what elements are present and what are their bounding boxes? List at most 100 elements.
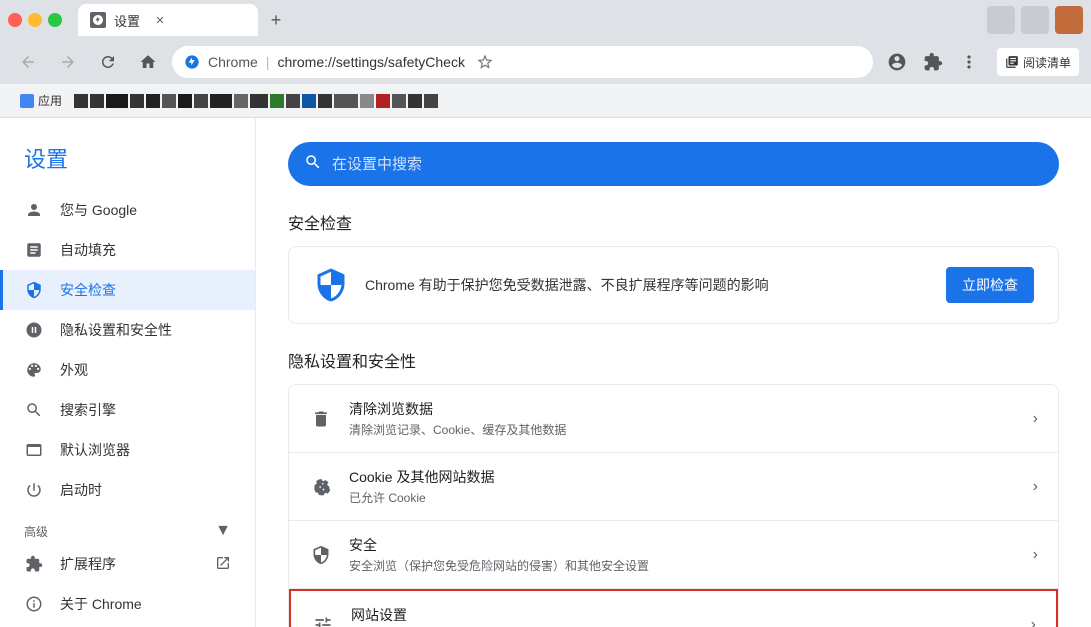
security-subtitle: 安全浏览（保护您免受危险网站的侵害）和其他安全设置	[349, 557, 1017, 574]
refresh-button[interactable]	[92, 46, 124, 78]
site-settings-content: 网站设置 控制网站可以使用和显示什么信息（如位置信息、摄像头、弹出式窗口及其他）	[351, 605, 1015, 627]
external-link-icon	[215, 555, 231, 574]
tab-close-button[interactable]: ✕	[152, 12, 168, 28]
window-control-3[interactable]	[1055, 6, 1083, 34]
security-item[interactable]: 安全 安全浏览（保护您免受危险网站的侵害）和其他安全设置 ›	[289, 521, 1058, 589]
bm-10[interactable]	[234, 94, 248, 108]
cookies-arrow-icon: ›	[1033, 478, 1038, 496]
shield-icon	[24, 280, 44, 300]
safety-check-button[interactable]: 立即检查	[946, 267, 1034, 303]
bm-5[interactable]	[146, 94, 160, 108]
sidebar-google-label: 您与 Google	[60, 200, 137, 220]
security-title: 安全	[349, 535, 1017, 555]
cookies-title: Cookie 及其他网站数据	[349, 467, 1017, 487]
back-button[interactable]	[12, 46, 44, 78]
sidebar-browser-label: 默认浏览器	[60, 440, 130, 460]
clear-browsing-item[interactable]: 清除浏览数据 清除浏览记录、Cookie、缓存及其他数据 ›	[289, 385, 1058, 453]
close-button[interactable]	[8, 13, 22, 27]
bm-16[interactable]	[392, 94, 406, 108]
bm-6[interactable]	[162, 94, 176, 108]
bm-11[interactable]	[250, 94, 268, 108]
extensions-button[interactable]	[917, 46, 949, 78]
bookmarks-bar: 应用	[0, 84, 1091, 118]
settings-search-bar[interactable]	[288, 142, 1059, 186]
bm-blue[interactable]	[302, 94, 316, 108]
bm-9[interactable]	[210, 94, 232, 108]
privacy-icon	[24, 320, 44, 340]
sidebar-item-google[interactable]: 您与 Google	[0, 190, 255, 230]
nav-bar: Chrome | chrome://settings/safetyCheck 阅…	[0, 40, 1091, 84]
browser-icon	[24, 440, 44, 460]
sidebar-item-about[interactable]: 关于 Chrome	[0, 584, 255, 624]
sidebar-autofill-label: 自动填充	[60, 240, 116, 260]
person-icon	[24, 200, 44, 220]
sidebar-title: 设置	[0, 134, 255, 190]
bm-12[interactable]	[286, 94, 300, 108]
sidebar-advanced-section[interactable]: 高级 ▼	[0, 510, 255, 544]
sidebar-item-autofill[interactable]: 自动填充	[0, 230, 255, 270]
bm-2[interactable]	[90, 94, 104, 108]
bm-green[interactable]	[270, 94, 284, 108]
sidebar: 设置 您与 Google 自动填充 安全检查	[0, 118, 256, 627]
sidebar-item-search[interactable]: 搜索引擎	[0, 390, 255, 430]
new-tab-button[interactable]: +	[262, 6, 290, 34]
reading-list-label: 阅读清单	[1023, 54, 1071, 71]
sidebar-item-extensions[interactable]: 扩展程序	[0, 544, 255, 584]
clear-browsing-title: 清除浏览数据	[349, 399, 1017, 419]
window-control-2[interactable]	[1021, 6, 1049, 34]
sidebar-item-privacy[interactable]: 隐私设置和安全性	[0, 310, 255, 350]
bm-4[interactable]	[130, 94, 144, 108]
tab-bar: 设置 ✕ +	[78, 4, 979, 36]
more-menu-button[interactable]	[953, 46, 985, 78]
advanced-arrow-icon: ▼	[215, 522, 231, 540]
site-settings-item[interactable]: 网站设置 控制网站可以使用和显示什么信息（如位置信息、摄像头、弹出式窗口及其他）…	[289, 589, 1058, 627]
advanced-label: 高级	[24, 523, 48, 540]
cookies-item[interactable]: Cookie 及其他网站数据 已允许 Cookie ›	[289, 453, 1058, 521]
window-control-1[interactable]	[987, 6, 1015, 34]
bm-3[interactable]	[106, 94, 128, 108]
tab-title: 设置	[114, 11, 140, 30]
bookmark-star-button[interactable]	[473, 50, 497, 74]
sidebar-extensions-label: 扩展程序	[60, 554, 116, 574]
about-icon	[24, 594, 44, 614]
home-button[interactable]	[132, 46, 164, 78]
reading-list-button[interactable]: 阅读清单	[997, 48, 1079, 76]
bm-15[interactable]	[360, 94, 374, 108]
safety-check-description: Chrome 有助于保护您免受数据泄露、不良扩展程序等问题的影响	[365, 275, 930, 295]
profile-button[interactable]	[881, 46, 913, 78]
browser-frame: 设置 ✕ + Chrome | chrome://settings/s	[0, 0, 1091, 627]
bm-red[interactable]	[376, 94, 390, 108]
active-tab[interactable]: 设置 ✕	[78, 4, 258, 36]
safety-shield-icon	[313, 267, 349, 303]
privacy-section-title: 隐私设置和安全性	[288, 348, 1059, 372]
bookmark-apps[interactable]: 应用	[12, 88, 70, 114]
security-shield-icon	[309, 543, 333, 567]
sidebar-item-startup[interactable]: 启动时	[0, 470, 255, 510]
sidebar-item-appearance[interactable]: 外观	[0, 350, 255, 390]
startup-icon	[24, 480, 44, 500]
minimize-button[interactable]	[28, 13, 42, 27]
clear-browsing-content: 清除浏览数据 清除浏览记录、Cookie、缓存及其他数据	[349, 399, 1017, 438]
bm-13[interactable]	[318, 94, 332, 108]
bm-1[interactable]	[74, 94, 88, 108]
bm-17[interactable]	[408, 94, 422, 108]
security-arrow-icon: ›	[1033, 546, 1038, 564]
clear-browsing-subtitle: 清除浏览记录、Cookie、缓存及其他数据	[349, 421, 1017, 438]
sidebar-item-safety[interactable]: 安全检查	[0, 270, 255, 310]
site-settings-arrow-icon: ›	[1031, 616, 1036, 627]
bm-7[interactable]	[178, 94, 192, 108]
clear-browsing-arrow-icon: ›	[1033, 410, 1038, 428]
cookies-content: Cookie 及其他网站数据 已允许 Cookie	[349, 467, 1017, 506]
cookies-subtitle: 已允许 Cookie	[349, 489, 1017, 506]
address-bar[interactable]: Chrome | chrome://settings/safetyCheck	[172, 46, 873, 78]
sidebar-item-default-browser[interactable]: 默认浏览器	[0, 430, 255, 470]
bm-8[interactable]	[194, 94, 208, 108]
bm-14[interactable]	[334, 94, 358, 108]
settings-search-input[interactable]	[332, 156, 1043, 173]
address-divider: |	[266, 54, 270, 70]
title-bar: 设置 ✕ +	[0, 0, 1091, 40]
bm-18[interactable]	[424, 94, 438, 108]
forward-button[interactable]	[52, 46, 84, 78]
search-icon	[24, 400, 44, 420]
maximize-button[interactable]	[48, 13, 62, 27]
